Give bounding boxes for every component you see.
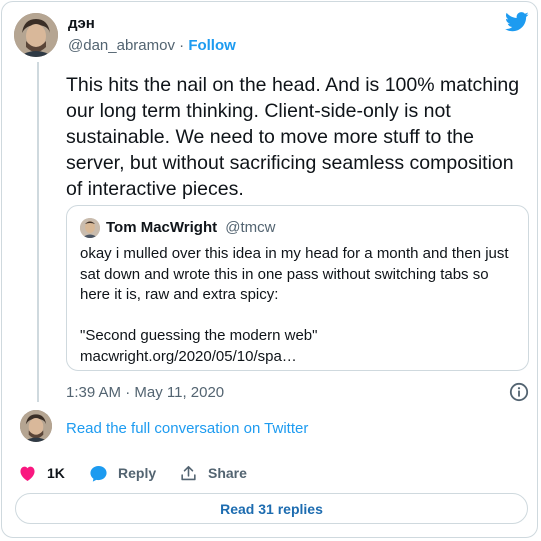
author-handle[interactable]: @dan_abramov <box>68 37 175 54</box>
share-upload-icon <box>181 465 196 480</box>
author-handle-row: @dan_abramov · Follow <box>68 37 236 55</box>
author-avatar-small[interactable] <box>20 410 52 442</box>
tweet-card: дэн @dan_abramov · Follow This hits the … <box>1 1 538 538</box>
heart-icon <box>20 466 35 481</box>
twitter-bird-icon[interactable] <box>505 12 529 32</box>
quoted-tweet-text: okay i mulled over this idea in my head … <box>80 244 520 367</box>
quoted-author-avatar <box>80 218 100 238</box>
quoted-author-name: Tom MacWright <box>106 219 218 236</box>
info-icon[interactable] <box>509 382 529 402</box>
reply-action[interactable]: Reply <box>89 463 156 483</box>
quoted-article-link: macwright.org/2020/05/10/spa… <box>80 347 297 365</box>
tweet-timestamp[interactable]: 1:39 AM · May 11, 2020 <box>66 384 224 402</box>
like-count: 1K <box>47 465 65 481</box>
quoted-author-row: Tom MacWright @tmcw <box>106 219 276 237</box>
read-conversation-link[interactable]: Read the full conversation on Twitter <box>66 420 308 438</box>
share-label: Share <box>208 465 247 481</box>
follow-link[interactable]: Follow <box>188 37 236 54</box>
author-avatar[interactable] <box>14 13 58 57</box>
quoted-article-title: "Second guessing the modern web" <box>80 327 318 344</box>
quoted-author-handle: @tmcw <box>225 219 276 236</box>
like-action[interactable]: 1K <box>18 463 65 483</box>
quoted-text-body: okay i mulled over this idea in my head … <box>80 245 509 303</box>
handle-separator: · <box>179 37 185 54</box>
reply-label: Reply <box>118 465 157 481</box>
tweet-text: This hits the nail on the head. And is 1… <box>66 74 520 200</box>
author-display-name[interactable]: дэн <box>68 15 95 33</box>
share-action[interactable]: Share <box>179 463 247 483</box>
speech-bubble-icon <box>90 465 107 482</box>
read-replies-button[interactable]: Read 31 replies <box>15 493 528 524</box>
quoted-tweet[interactable]: Tom MacWright @tmcw okay i mulled over t… <box>66 205 529 371</box>
thread-line <box>37 62 39 402</box>
